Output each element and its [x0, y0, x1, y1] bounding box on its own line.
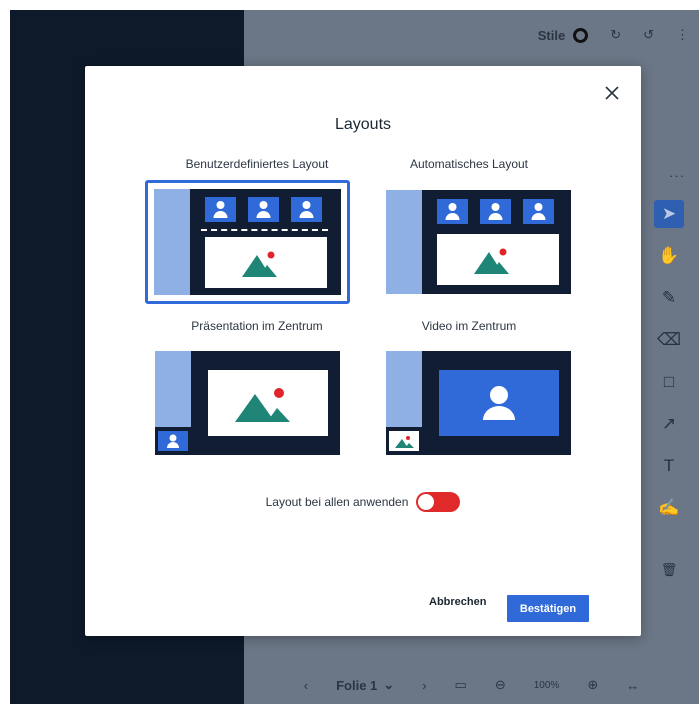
layouts-dialog: Layouts Benutzerdefiniertes Layout Autom… — [85, 66, 641, 636]
layout-option-label: Präsentation im Zentrum — [191, 319, 323, 333]
layout-thumbnail-video-center[interactable] — [386, 351, 571, 455]
pencil-icon[interactable]: ✎ — [654, 284, 684, 312]
styles-button[interactable]: Stile — [537, 27, 589, 43]
layout-option-custom[interactable]: Benutzerdefiniertes Layout — [152, 157, 362, 171]
camera-tile — [158, 431, 188, 451]
more-vertical-icon[interactable]: ⋮ — [676, 27, 689, 43]
drawing-toolbar: ➤ ✋ ✎ ⌫ □ ↗ T ✍ 🗑 — [651, 200, 687, 584]
camera-tile — [437, 199, 468, 224]
layout-option-label: Benutzerdefiniertes Layout — [185, 157, 329, 171]
cancel-button[interactable]: Abbrechen — [429, 596, 486, 608]
camera-tile — [291, 197, 322, 222]
next-slide-icon[interactable]: › — [422, 678, 426, 693]
dialog-title: Layouts — [334, 116, 392, 133]
styles-label: Stile — [537, 27, 566, 43]
layout-option-auto[interactable]: Automatisches Layout — [364, 157, 574, 171]
layout-thumbnail-presentation-center[interactable] — [155, 351, 340, 455]
layout-option-label: Automatisches Layout — [409, 157, 529, 171]
layout-option-label: Video im Zentrum — [421, 319, 517, 333]
presentation-panel — [205, 237, 327, 288]
apply-to-all-label: Layout bei allen anwenden — [265, 495, 409, 509]
camera-tile — [248, 197, 279, 222]
apply-to-all-toggle[interactable] — [416, 492, 461, 512]
more-horizontal-icon[interactable]: ··· — [669, 168, 685, 183]
layout-thumbnail-auto[interactable] — [386, 190, 571, 294]
prev-slide-icon[interactable]: ‹ — [304, 678, 308, 693]
slide-selector[interactable]: Folie 1 ⌄ — [336, 677, 394, 693]
toggle-knob — [418, 494, 435, 510]
resize-guide — [201, 229, 328, 231]
app-topbar: Stile ↻ ↺ ⋮ — [244, 10, 699, 60]
presentation-panel — [208, 370, 328, 436]
zoom-in-icon[interactable]: ⊕ — [587, 677, 598, 693]
presentation-panel — [437, 234, 559, 285]
slide-label: Folie 1 — [336, 677, 378, 693]
eraser-icon[interactable]: ⌫ — [654, 326, 684, 354]
text-icon[interactable]: T — [654, 452, 684, 480]
hand-icon[interactable]: ✋ — [654, 242, 684, 270]
camera-tile — [523, 199, 554, 224]
slides-overview-icon[interactable]: ▭ — [455, 677, 467, 693]
trash-icon[interactable]: 🗑 — [654, 556, 684, 584]
thumb-sidebar — [386, 351, 422, 427]
camera-tile — [480, 199, 511, 224]
fit-width-icon[interactable]: ↔ — [626, 678, 639, 693]
note-icon[interactable]: ✍ — [654, 494, 684, 522]
chevron-down-icon: ⌄ — [383, 677, 395, 692]
select-arrow-icon[interactable]: ➤ — [654, 200, 684, 228]
thumb-sidebar — [386, 190, 422, 294]
zoom-level: 100% — [533, 679, 560, 691]
circle-icon — [573, 27, 589, 43]
apply-to-all-row: Layout bei allen anwenden — [85, 492, 641, 512]
zoom-out-icon[interactable]: ⊖ — [495, 677, 506, 693]
video-panel — [439, 370, 559, 436]
arrow-icon[interactable]: ↗ — [654, 410, 684, 438]
layout-option-presentation-center[interactable]: Präsentation im Zentrum — [152, 319, 362, 333]
undo-icon[interactable]: ↺ — [643, 27, 654, 43]
thumb-sidebar — [154, 189, 190, 295]
thumb-sidebar — [155, 351, 191, 427]
rectangle-icon[interactable]: □ — [654, 368, 684, 396]
redo-icon[interactable]: ↻ — [610, 27, 621, 43]
presentation-mini-tile — [389, 431, 419, 451]
close-icon[interactable] — [603, 84, 621, 102]
layout-option-video-center[interactable]: Video im Zentrum — [364, 319, 574, 333]
app-bottombar: ‹ Folie 1 ⌄ › ▭ ⊖ 100% ⊕ ↔ — [244, 666, 699, 704]
layout-thumbnail-custom[interactable] — [154, 189, 341, 295]
camera-tile — [205, 197, 236, 222]
confirm-button[interactable]: Bestätigen — [507, 595, 589, 622]
